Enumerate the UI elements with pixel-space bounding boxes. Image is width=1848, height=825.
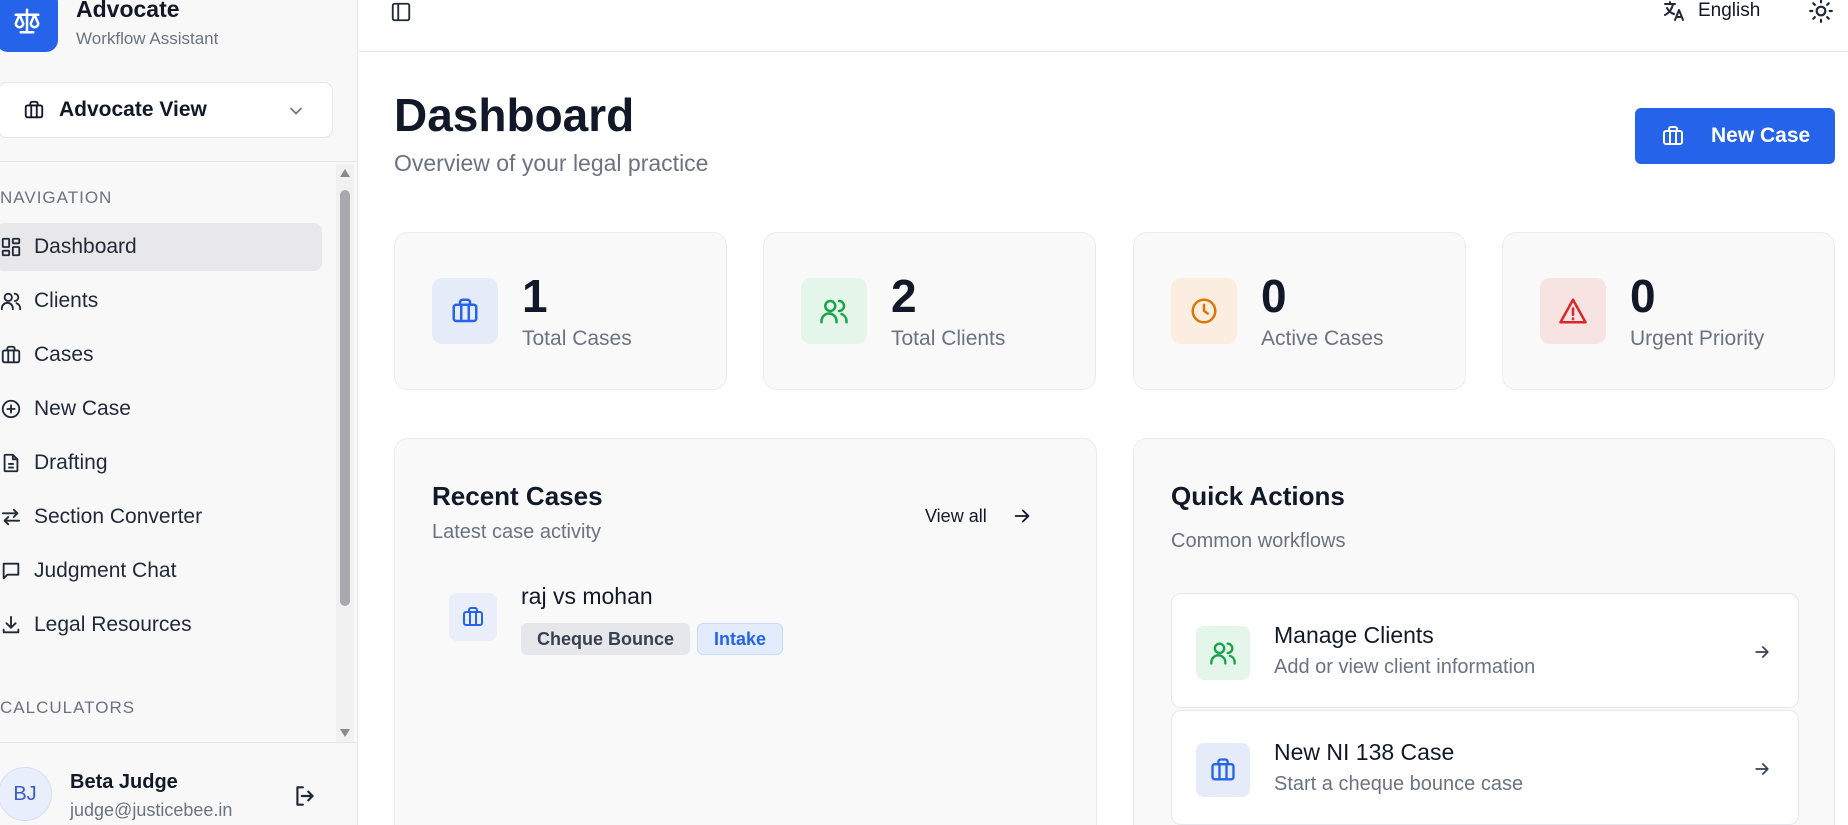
briefcase-icon bbox=[432, 278, 498, 344]
stat-value: 0 bbox=[1630, 270, 1656, 322]
page-title: Dashboard bbox=[394, 89, 635, 141]
stat-card-active-cases: 0 Active Cases bbox=[1133, 232, 1466, 390]
recent-cases-panel: Recent Cases Latest case activity View a… bbox=[394, 438, 1097, 825]
sidebar-item-dashboard[interactable]: Dashboard bbox=[0, 223, 322, 271]
briefcase-icon bbox=[1196, 743, 1250, 797]
case-status-badge: Intake bbox=[697, 623, 784, 655]
quick-actions-panel: Quick Actions Common workflows Manage Cl… bbox=[1133, 438, 1835, 825]
briefcase-icon bbox=[449, 593, 497, 641]
language-label: English bbox=[1698, 0, 1761, 21]
stat-label: Total Cases bbox=[522, 327, 632, 350]
sidebar-item-label: New Case bbox=[34, 397, 131, 420]
sidebar-item-label: Cases bbox=[34, 343, 94, 366]
briefcase-icon bbox=[23, 99, 45, 121]
stat-value: 0 bbox=[1261, 270, 1287, 322]
quick-action-title: Manage Clients bbox=[1274, 622, 1434, 648]
quick-action-subtitle: Add or view client information bbox=[1274, 656, 1536, 678]
quick-action-new-ni-138-case[interactable]: New NI 138 Case Start a cheque bounce ca… bbox=[1171, 710, 1799, 825]
topbar: English bbox=[358, 0, 1848, 52]
user-name: Beta Judge bbox=[70, 771, 178, 793]
case-type-badge: Cheque Bounce bbox=[521, 623, 691, 655]
plus-circle-icon bbox=[0, 398, 24, 420]
avatar: BJ bbox=[0, 767, 52, 821]
recent-cases-subtitle: Latest case activity bbox=[432, 521, 601, 543]
brand: Advocate Workflow Assistant bbox=[0, 0, 358, 66]
quick-action-title: New NI 138 Case bbox=[1274, 739, 1455, 765]
arrow-right-icon bbox=[1752, 642, 1772, 662]
user-email: judge@justicebee.in bbox=[70, 800, 233, 820]
recent-cases-title: Recent Cases bbox=[432, 481, 603, 511]
sidebar-item-cases[interactable]: Cases bbox=[0, 331, 322, 379]
users-icon bbox=[1196, 626, 1250, 680]
case-row[interactable]: raj vs mohan Cheque Bounce Intake bbox=[449, 581, 1009, 661]
page-subtitle: Overview of your legal practice bbox=[394, 150, 709, 176]
calculators-section-label: CALCULATORS bbox=[0, 698, 136, 717]
swap-arrows-icon bbox=[0, 506, 24, 528]
translate-icon bbox=[1662, 0, 1686, 23]
stat-value: 2 bbox=[891, 270, 917, 322]
sidebar-item-label: Legal Resources bbox=[34, 613, 192, 636]
stat-label: Active Cases bbox=[1261, 327, 1384, 350]
view-all-link[interactable]: View all bbox=[925, 505, 1033, 527]
sidebar-toggle-icon[interactable] bbox=[390, 1, 412, 23]
sidebar-item-new-case[interactable]: New Case bbox=[0, 385, 322, 433]
sidebar-item-legal-resources[interactable]: Legal Resources bbox=[0, 601, 322, 649]
scrollbar-thumb[interactable] bbox=[340, 190, 350, 606]
language-selector[interactable]: English bbox=[1662, 0, 1760, 24]
document-icon bbox=[0, 452, 24, 474]
warning-icon bbox=[1540, 278, 1606, 344]
sidebar-item-label: Judgment Chat bbox=[34, 559, 177, 582]
view-select-label: Advocate View bbox=[59, 98, 207, 121]
view-select[interactable]: Advocate View bbox=[0, 82, 333, 138]
sidebar-item-label: Section Converter bbox=[34, 505, 203, 528]
case-title: raj vs mohan bbox=[521, 583, 653, 609]
sidebar-item-section-converter[interactable]: Section Converter bbox=[0, 493, 322, 541]
scroll-down-arrow-icon[interactable] bbox=[339, 728, 351, 738]
arrow-right-icon bbox=[1752, 759, 1772, 779]
sidebar-item-label: Drafting bbox=[34, 451, 108, 474]
download-icon bbox=[0, 614, 24, 636]
new-case-button-label: New Case bbox=[1711, 124, 1811, 147]
stat-card-total-clients: 2 Total Clients bbox=[763, 232, 1096, 390]
user-profile: BJ Beta Judge judge@justicebee.in bbox=[0, 742, 358, 825]
stat-card-urgent-priority: 0 Urgent Priority bbox=[1502, 232, 1835, 390]
dashboard-icon bbox=[0, 236, 24, 258]
nav-section-label: NAVIGATION bbox=[0, 188, 113, 207]
users-icon bbox=[0, 290, 24, 312]
scales-icon bbox=[0, 0, 58, 52]
chat-icon bbox=[0, 560, 24, 582]
quick-actions-title: Quick Actions bbox=[1171, 481, 1345, 511]
quick-action-manage-clients[interactable]: Manage Clients Add or view client inform… bbox=[1171, 593, 1799, 708]
view-all-label: View all bbox=[925, 505, 987, 526]
sidebar-item-label: Clients bbox=[34, 289, 99, 312]
sidebar-divider bbox=[0, 161, 357, 162]
stat-card-total-cases: 1 Total Cases bbox=[394, 232, 727, 390]
sidebar-item-clients[interactable]: Clients bbox=[0, 277, 322, 325]
clock-icon bbox=[1171, 278, 1237, 344]
logout-icon[interactable] bbox=[292, 783, 318, 809]
sidebar-item-label: Dashboard bbox=[34, 235, 137, 258]
stat-label: Urgent Priority bbox=[1630, 327, 1765, 350]
stat-label: Total Clients bbox=[891, 327, 1006, 350]
brand-name: Advocate bbox=[76, 0, 180, 22]
quick-action-subtitle: Start a cheque bounce case bbox=[1274, 773, 1524, 795]
scroll-up-arrow-icon[interactable] bbox=[339, 168, 351, 178]
arrow-right-icon bbox=[987, 505, 1033, 527]
new-case-button[interactable]: New Case bbox=[1635, 108, 1835, 164]
briefcase-icon bbox=[0, 344, 24, 366]
stat-value: 1 bbox=[522, 270, 548, 322]
sun-icon[interactable] bbox=[1808, 0, 1834, 24]
quick-actions-subtitle: Common workflows bbox=[1171, 530, 1346, 552]
sidebar: Advocate Workflow Assistant Advocate Vie… bbox=[0, 0, 358, 825]
sidebar-item-drafting[interactable]: Drafting bbox=[0, 439, 322, 487]
sidebar-item-judgment-chat[interactable]: Judgment Chat bbox=[0, 547, 322, 595]
users-icon bbox=[801, 278, 867, 344]
chevron-down-icon bbox=[286, 101, 306, 121]
briefcase-icon bbox=[1661, 124, 1685, 148]
brand-subtitle: Workflow Assistant bbox=[76, 29, 219, 48]
nav-scroll-area: NAVIGATION Dashboard Clients Cases New C… bbox=[0, 164, 334, 742]
sidebar-scrollbar[interactable] bbox=[336, 164, 354, 742]
